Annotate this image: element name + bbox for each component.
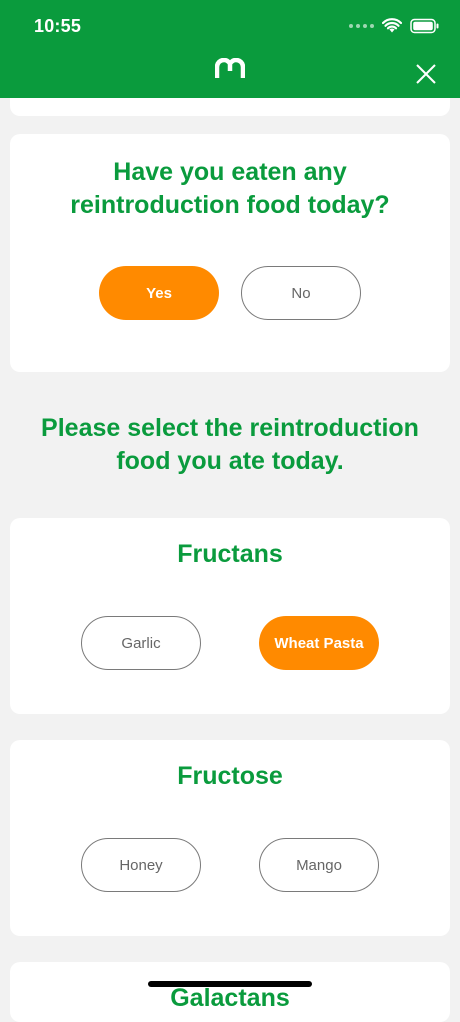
previous-card: [10, 98, 450, 116]
yes-button[interactable]: Yes: [99, 266, 219, 320]
food-option-garlic[interactable]: Garlic: [81, 616, 201, 670]
category-card-galactans: Galactans: [10, 962, 450, 1022]
food-option-honey[interactable]: Honey: [81, 838, 201, 892]
category-card-fructose: Fructose Honey Mango: [10, 740, 450, 936]
app-header: 10:55: [0, 0, 460, 98]
battery-icon: [410, 18, 439, 34]
status-time: 10:55: [34, 16, 82, 36]
home-indicator: [148, 981, 312, 987]
status-icons: [349, 18, 440, 34]
category-title: Galactans: [170, 984, 290, 1012]
question-text: Have you eaten any reintroduction food t…: [70, 158, 390, 219]
selection-prompt: Please select the reintroduction food yo…: [41, 414, 419, 475]
category-title: Fructans: [177, 540, 283, 568]
category-title: Fructose: [177, 762, 283, 790]
category-card-fructans: Fructans Garlic Wheat Pasta: [10, 518, 450, 714]
no-button[interactable]: No: [241, 266, 361, 320]
question-card: Have you eaten any reintroduction food t…: [10, 134, 450, 372]
food-option-mango[interactable]: Mango: [259, 838, 379, 892]
close-icon[interactable]: [414, 62, 438, 86]
app-logo-icon: [215, 58, 245, 78]
wifi-icon: [382, 18, 402, 33]
signal-icon: [349, 24, 374, 28]
food-option-wheat-pasta[interactable]: Wheat Pasta: [259, 616, 379, 670]
